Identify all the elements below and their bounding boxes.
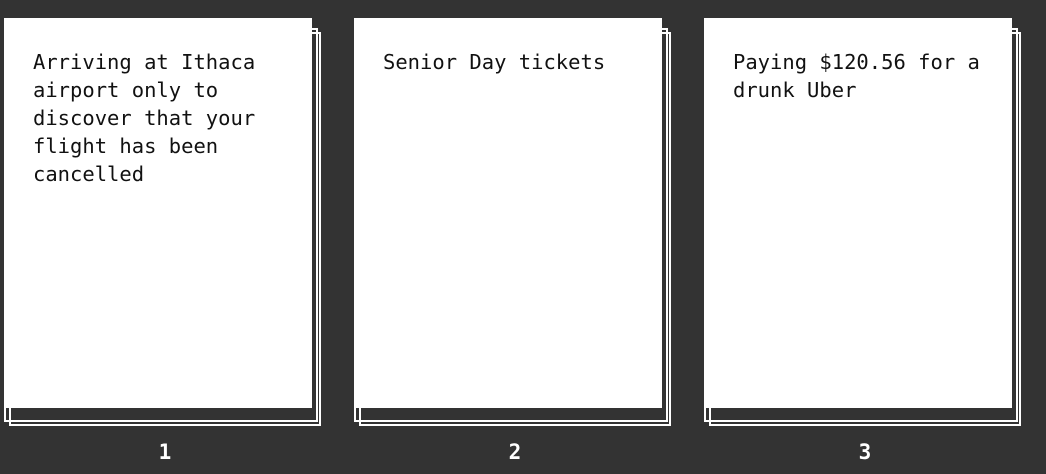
card-text: Paying $120.56 for a drunk Uber	[733, 50, 980, 102]
card-1[interactable]: Arriving at Ithaca airport only to disco…	[4, 18, 312, 408]
card-slot-1: Arriving at Ithaca airport only to disco…	[4, 18, 324, 470]
card-number: 3	[858, 440, 872, 464]
card-2[interactable]: Senior Day tickets	[354, 18, 662, 408]
card-slot-2: Senior Day tickets 2	[354, 18, 674, 470]
card-slot-3: Paying $120.56 for a drunk Uber 3	[704, 18, 1024, 470]
card-number: 2	[508, 440, 522, 464]
card-3[interactable]: Paying $120.56 for a drunk Uber	[704, 18, 1012, 408]
card-number: 1	[158, 440, 172, 464]
card-text: Senior Day tickets	[383, 50, 606, 74]
card-text: Arriving at Ithaca airport only to disco…	[33, 50, 256, 186]
